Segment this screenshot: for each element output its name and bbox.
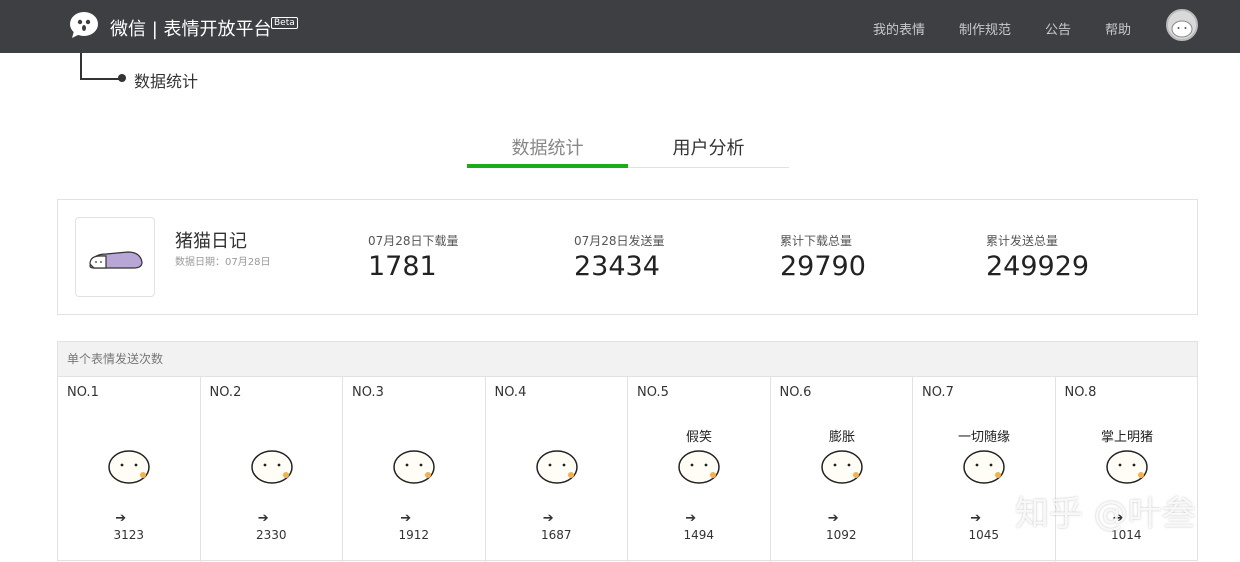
send-count: 1687 <box>540 528 572 542</box>
sticker-cat-icon: 一切随缘 <box>958 430 1010 484</box>
arrow-right-icon: ➔ <box>542 511 554 526</box>
sticker-pack-summary: 猪猫日记 数据日期：07月28日 07月28日下载量 1781 07月28日发送… <box>57 199 1198 315</box>
beta-badge: Beta <box>271 17 298 29</box>
breadcrumb-dot <box>118 74 126 82</box>
top-navbar: 微信 | 表情开放平台 Beta 我的表情 制作规范 公告 帮助 <box>0 0 1240 53</box>
sticker-rank-item[interactable]: NO.3 ➔ 1912 <box>343 377 486 562</box>
stat-total-sends-value: 249929 <box>986 251 1090 282</box>
stat-daily-sends-value: 23434 <box>574 251 660 282</box>
sticker-cat-icon: 假笑 <box>678 429 720 484</box>
arrow-right-icon: ➔ <box>685 511 697 526</box>
nav-guidelines[interactable]: 制作规范 <box>959 19 1011 38</box>
arrow-right-icon: ➔ <box>257 511 269 526</box>
rank-number: NO.3 <box>352 385 384 400</box>
arrow-right-icon: ➔ <box>400 511 412 526</box>
send-count: 2330 <box>255 528 287 542</box>
sticker-rank-item[interactable]: NO.1 ➔ 3123 <box>58 377 201 562</box>
ranking-title: 单个表情发送次数 <box>58 342 1197 377</box>
sticker-cat-icon <box>535 450 578 484</box>
sticker-caption: 膨胀 <box>828 430 854 445</box>
send-count: 1912 <box>398 528 430 542</box>
platform-title: 微信 | 表情开放平台 <box>110 19 272 40</box>
tab-user-analysis[interactable]: 用户分析 <box>628 134 789 160</box>
data-date: 数据日期：07月28日 <box>175 257 271 268</box>
arrow-right-icon: ➔ <box>827 511 839 526</box>
sticker-cat-icon <box>250 450 293 484</box>
stats-tabs: 数据统计 用户分析 <box>467 126 789 168</box>
rank-number: NO.5 <box>637 385 669 400</box>
stat-daily-downloads-value: 1781 <box>368 251 437 282</box>
user-avatar[interactable] <box>1166 9 1198 41</box>
breadcrumb: 数据统计 <box>134 72 199 91</box>
sticker-cat-icon: 掌上明猪 <box>1100 430 1153 484</box>
sleeping-cat-icon <box>89 251 143 269</box>
nav-my-stickers[interactable]: 我的表情 <box>873 19 925 38</box>
sticker-rank-item[interactable]: NO.4 ➔ 1687 <box>486 377 628 562</box>
sticker-rank-item[interactable]: NO.5 假笑 ➔ 1494 <box>628 377 771 562</box>
stat-total-downloads-label: 累计下载总量 <box>780 234 853 248</box>
breadcrumb-connector <box>80 53 122 80</box>
avatar-cat-icon <box>1171 20 1193 38</box>
sticker-cat-icon <box>393 450 435 484</box>
sticker-rank-item[interactable]: NO.6 膨胀 ➔ 1092 <box>771 377 913 562</box>
sticker-pack-thumbnail <box>75 217 155 297</box>
active-tab-indicator <box>467 164 628 168</box>
sticker-caption: 假笑 <box>686 429 712 445</box>
nav-help[interactable]: 帮助 <box>1105 19 1131 38</box>
rank-number: NO.4 <box>494 385 527 400</box>
wechat-logo-icon <box>70 12 98 38</box>
send-count: 3123 <box>113 528 145 542</box>
send-count: 1092 <box>825 528 857 542</box>
send-count: 1494 <box>683 528 715 542</box>
arrow-right-icon: ➔ <box>115 511 127 526</box>
rank-number: NO.7 <box>922 385 954 400</box>
watermark: 知乎 @叶叁 <box>1015 494 1196 534</box>
rank-number: NO.1 <box>67 385 99 400</box>
rank-number: NO.6 <box>779 385 812 400</box>
sticker-cat-icon: 膨胀 <box>820 430 863 484</box>
sticker-caption: 掌上明猪 <box>1100 430 1152 445</box>
sticker-cat-icon <box>108 450 150 484</box>
stat-total-downloads-value: 29790 <box>780 251 866 282</box>
rank-number: NO.2 <box>209 385 242 400</box>
stat-daily-sends-label: 07月28日发送量 <box>574 234 665 248</box>
tab-data-statistics[interactable]: 数据统计 <box>467 134 628 160</box>
sticker-rank-item[interactable]: NO.2 ➔ 2330 <box>201 377 343 562</box>
sticker-caption: 一切随缘 <box>958 430 1010 445</box>
stat-total-sends-label: 累计发送总量 <box>986 234 1059 248</box>
sticker-pack-name: 猪猫日记 <box>175 231 247 252</box>
nav-announcements[interactable]: 公告 <box>1045 19 1071 38</box>
rank-number: NO.8 <box>1064 385 1097 400</box>
stat-daily-downloads-label: 07月28日下载量 <box>368 234 459 248</box>
